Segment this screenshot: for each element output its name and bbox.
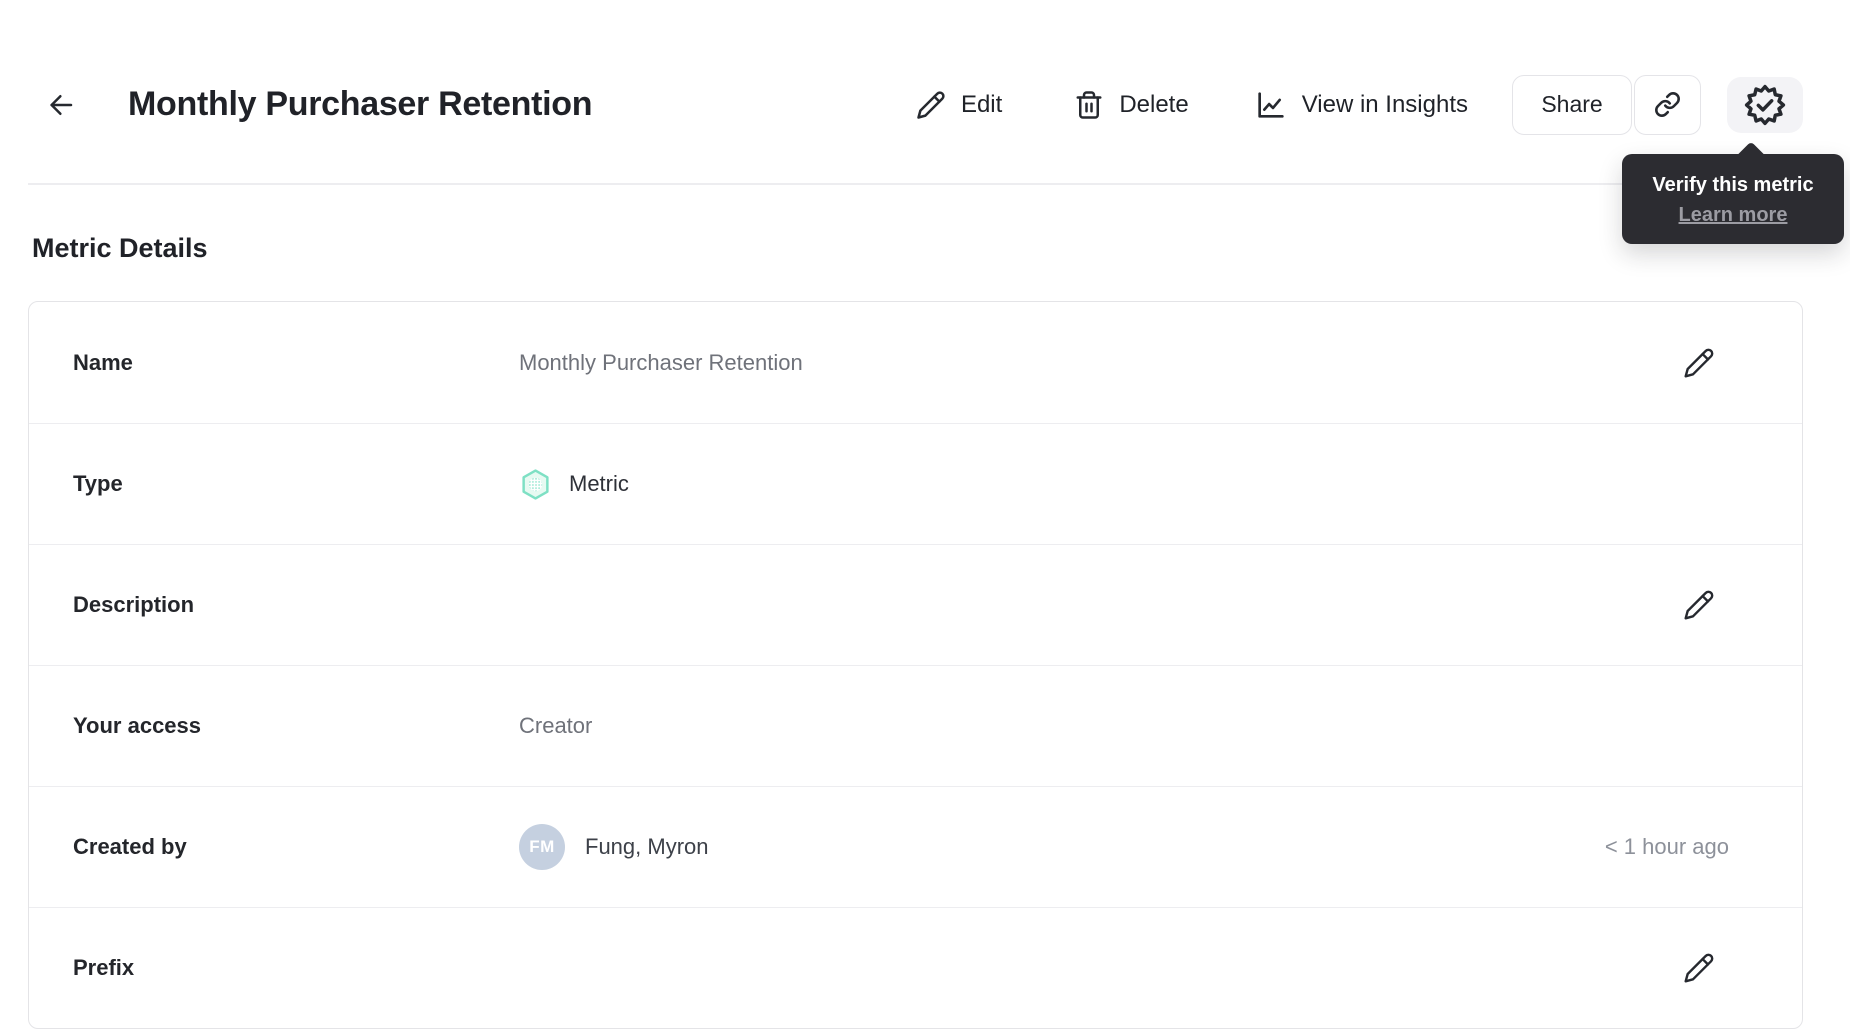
row-label: Description <box>73 592 195 617</box>
share-label: Share <box>1541 91 1603 117</box>
arrow-left-icon <box>46 90 76 120</box>
type-label: Metric <box>569 471 629 496</box>
detail-row-description: Description <box>29 544 1802 665</box>
copy-link-button[interactable] <box>1634 74 1701 135</box>
view-in-insights-label: View in Insights <box>1301 90 1468 118</box>
edit-prefix-button[interactable] <box>1682 951 1716 985</box>
verified-badge-icon <box>1744 84 1786 126</box>
name-value: Monthly Purchaser Retention <box>519 349 803 375</box>
delete-label: Delete <box>1119 90 1189 118</box>
edit-button[interactable]: Edit <box>916 90 1002 120</box>
page-title: Monthly Purchaser Retention <box>128 85 593 123</box>
learn-more-link[interactable]: Learn more <box>1679 202 1788 228</box>
pencil-icon <box>916 90 946 120</box>
tooltip-text: Verify this metric <box>1652 174 1814 196</box>
line-chart-icon <box>1255 89 1287 121</box>
link-icon <box>1654 91 1681 118</box>
pencil-icon <box>1683 952 1715 984</box>
main-content: Metric Details Name Monthly Purchaser Re… <box>0 233 1850 1029</box>
creator-name: Fung, Myron <box>585 834 709 859</box>
page-header: Monthly Purchaser Retention Edit Delete <box>0 0 1850 185</box>
delete-button[interactable]: Delete <box>1074 90 1189 120</box>
detail-row-created-by: Created by FM Fung, Myron < 1 hour ago <box>29 786 1802 907</box>
metric-hexagon-icon <box>519 468 552 501</box>
header-actions: Edit Delete View in Insights Share <box>916 74 1803 135</box>
row-label: Name <box>73 349 133 375</box>
back-button[interactable] <box>44 88 78 122</box>
view-in-insights-button[interactable]: View in Insights <box>1255 89 1468 121</box>
row-label: Type <box>73 471 123 496</box>
pencil-icon <box>1683 589 1715 621</box>
verify-metric-button[interactable] <box>1727 76 1803 133</box>
created-timestamp: < 1 hour ago <box>1604 834 1729 859</box>
type-value: Metric <box>519 468 629 501</box>
metric-details-card: Name Monthly Purchaser Retention Type Me… <box>28 301 1803 1029</box>
edit-name-button[interactable] <box>1682 346 1716 380</box>
header-divider <box>28 183 1822 185</box>
detail-row-your-access: Your access Creator <box>29 665 1802 786</box>
access-value: Creator <box>519 713 593 738</box>
section-title: Metric Details <box>32 233 208 263</box>
trash-icon <box>1074 90 1104 120</box>
detail-row-type: Type Metric <box>29 423 1802 544</box>
avatar: FM <box>519 824 565 870</box>
detail-row-name: Name Monthly Purchaser Retention <box>29 302 1802 423</box>
verify-tooltip: Verify this metric Learn more <box>1622 141 1844 244</box>
creator-cell: FM Fung, Myron <box>519 824 709 870</box>
row-label: Prefix <box>73 955 135 980</box>
row-label: Created by <box>73 834 187 859</box>
row-label: Your access <box>73 713 202 738</box>
edit-description-button[interactable] <box>1682 588 1716 622</box>
share-button[interactable]: Share <box>1512 74 1632 135</box>
edit-label: Edit <box>960 90 1003 118</box>
pencil-icon <box>1683 347 1715 379</box>
